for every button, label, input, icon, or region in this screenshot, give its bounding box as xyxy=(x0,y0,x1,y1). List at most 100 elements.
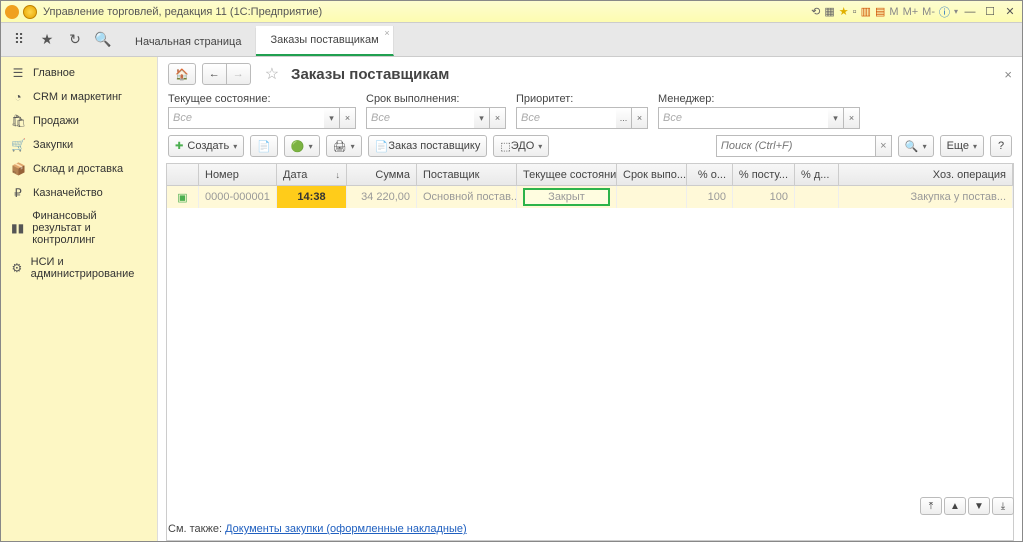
tab-start-label: Начальная страница xyxy=(135,36,241,48)
cell-operation: Закупка у постав... xyxy=(839,186,1013,208)
filter-due-label: Срок выполнения: xyxy=(366,93,506,105)
window-title: Управление торговлей, редакция 11 (1С:Пр… xyxy=(43,6,811,18)
page-favorite-icon[interactable]: ☆ xyxy=(265,64,279,84)
coin-icon: ₽ xyxy=(11,186,25,200)
col-operation[interactable]: Хоз. операция xyxy=(839,164,1013,185)
sys-calendar-icon[interactable]: ▤ xyxy=(875,5,885,18)
favorite-icon[interactable]: ★ xyxy=(39,32,55,48)
sys-m-minus[interactable]: M- xyxy=(922,6,935,18)
bag-icon: 🛍 xyxy=(11,114,25,128)
home-icon: ☰ xyxy=(11,66,25,80)
tab-close-icon[interactable]: × xyxy=(384,28,389,38)
col-number[interactable]: Номер xyxy=(199,164,277,185)
sys-skin-icon[interactable]: ▫ xyxy=(853,6,857,18)
filter-bar: Текущее состояние: ▾ × Срок выполнения: … xyxy=(158,89,1022,135)
cell-debt xyxy=(795,186,839,208)
filter-state-clear[interactable]: × xyxy=(340,107,356,129)
search-clear[interactable]: × xyxy=(876,135,892,157)
filter-manager-label: Менеджер: xyxy=(658,93,860,105)
sys-grid-icon[interactable]: ▦ xyxy=(824,5,834,18)
order-button[interactable]: Заказ поставщику xyxy=(368,135,488,157)
col-state[interactable]: Текущее состояние xyxy=(517,164,617,185)
sidebar-item-purchases[interactable]: 🛒Закупки xyxy=(1,133,157,157)
col-icon[interactable] xyxy=(167,164,199,185)
search-input[interactable] xyxy=(716,135,876,157)
filter-priority-dd[interactable]: ... xyxy=(616,107,632,129)
sidebar-item-sales[interactable]: 🛍Продажи xyxy=(1,109,157,133)
filter-priority-clear[interactable]: × xyxy=(632,107,648,129)
set-status-button[interactable]: 🟢▾ xyxy=(284,135,320,157)
help-button[interactable]: ? xyxy=(990,135,1012,157)
back-button[interactable]: ← xyxy=(202,63,227,85)
sys-star-icon[interactable]: ★ xyxy=(839,5,849,18)
sys-m[interactable]: M xyxy=(889,6,898,18)
state-badge: Закрыт xyxy=(523,188,610,206)
cell-due xyxy=(617,186,687,208)
filter-due-dd[interactable]: ▾ xyxy=(474,107,490,129)
chart-icon: ▮▮ xyxy=(11,221,24,235)
cell-sum: 34 220,00 xyxy=(347,186,417,208)
filter-state-dd[interactable]: ▾ xyxy=(324,107,340,129)
print-button[interactable]: 🖨▾ xyxy=(326,135,362,157)
table-row[interactable]: ▣ 0000-000001 14:38 34 220,00 Основной п… xyxy=(167,186,1013,208)
more-button[interactable]: Еще▾ xyxy=(940,135,984,157)
filter-manager-clear[interactable]: × xyxy=(844,107,860,129)
filter-manager-input[interactable] xyxy=(658,107,828,129)
app-icon xyxy=(5,5,19,19)
history-icon[interactable]: ↻ xyxy=(67,32,83,48)
home-button[interactable]: 🏠 xyxy=(168,63,196,85)
sidebar-item-main[interactable]: ☰Главное xyxy=(1,61,157,85)
sidebar-item-treasury[interactable]: ₽Казначейство xyxy=(1,181,157,205)
filter-due-clear[interactable]: × xyxy=(490,107,506,129)
sidebar-item-finance[interactable]: ▮▮Финансовый результат и контроллинг xyxy=(1,205,157,251)
col-date[interactable]: Дата↓ xyxy=(277,164,347,185)
close-button[interactable]: ✕ xyxy=(1002,5,1018,19)
maximize-button[interactable]: ☐ xyxy=(982,5,998,19)
page-up[interactable]: ▲ xyxy=(944,497,966,515)
tab-supplier-orders[interactable]: Заказы поставщикам × xyxy=(256,26,393,56)
gear-icon: ⚙ xyxy=(11,261,23,275)
toolbar: Создать▾ 📄 🟢▾ 🖨▾ Заказ поставщику ⬚ ЭДО▾… xyxy=(158,135,1022,163)
footer-link[interactable]: Документы закупки (оформленные накладные… xyxy=(225,523,467,535)
sidebar-item-admin[interactable]: ⚙НСИ и администрирование xyxy=(1,251,157,285)
cell-number: 0000-000001 xyxy=(199,186,277,208)
sys-calc-icon[interactable]: ▥ xyxy=(861,5,871,18)
page-title: Заказы поставщикам xyxy=(291,66,449,83)
col-supplier[interactable]: Поставщик xyxy=(417,164,517,185)
apps-icon[interactable]: ⠿ xyxy=(11,32,27,48)
table-header: Номер Дата↓ Сумма Поставщик Текущее сост… xyxy=(167,164,1013,186)
page-last[interactable]: ⤓ xyxy=(992,497,1014,515)
close-page-button[interactable]: × xyxy=(1004,67,1012,82)
forward-button[interactable]: → xyxy=(226,63,251,85)
col-pay[interactable]: % о... xyxy=(687,164,733,185)
copy-button[interactable]: 📄 xyxy=(250,135,278,157)
create-button[interactable]: Создать▾ xyxy=(168,135,244,157)
sidebar-item-crm[interactable]: ◔CRM и маркетинг xyxy=(1,85,157,109)
page-first[interactable]: ⤒ xyxy=(920,497,942,515)
page-header: 🏠 ← → ☆ Заказы поставщикам × xyxy=(158,57,1022,89)
sys-dd-icon[interactable]: ▾ xyxy=(954,7,958,16)
minimize-button[interactable]: — xyxy=(962,5,978,19)
sidebar: ☰Главное ◔CRM и маркетинг 🛍Продажи 🛒Заку… xyxy=(1,57,158,541)
filter-manager-dd[interactable]: ▾ xyxy=(828,107,844,129)
filter-due-input[interactable] xyxy=(366,107,474,129)
cell-supplier: Основной постав... xyxy=(417,186,517,208)
sys-m-plus[interactable]: M+ xyxy=(903,6,919,18)
sys-nav-icon[interactable]: ⟲ xyxy=(811,5,820,18)
footer: См. также: Документы закупки (оформленны… xyxy=(168,523,467,535)
tab-start-page[interactable]: Начальная страница xyxy=(121,28,256,56)
col-sum[interactable]: Сумма xyxy=(347,164,417,185)
sys-info-icon[interactable]: ⓘ xyxy=(939,4,950,20)
col-debt[interactable]: % д... xyxy=(795,164,839,185)
top-tab-bar: ⠿ ★ ↻ 🔍 Начальная страница Заказы постав… xyxy=(1,23,1022,57)
page-down[interactable]: ▼ xyxy=(968,497,990,515)
cell-date: 14:38 xyxy=(277,186,347,208)
search-button[interactable]: 🔍▾ xyxy=(898,135,934,157)
search-icon[interactable]: 🔍 xyxy=(95,32,111,48)
col-due[interactable]: Срок выпо... xyxy=(617,164,687,185)
filter-priority-input[interactable] xyxy=(516,107,616,129)
filter-state-input[interactable] xyxy=(168,107,324,129)
sidebar-item-warehouse[interactable]: 📦Склад и доставка xyxy=(1,157,157,181)
edo-button[interactable]: ⬚ ЭДО▾ xyxy=(493,135,549,157)
col-ship[interactable]: % посту... xyxy=(733,164,795,185)
